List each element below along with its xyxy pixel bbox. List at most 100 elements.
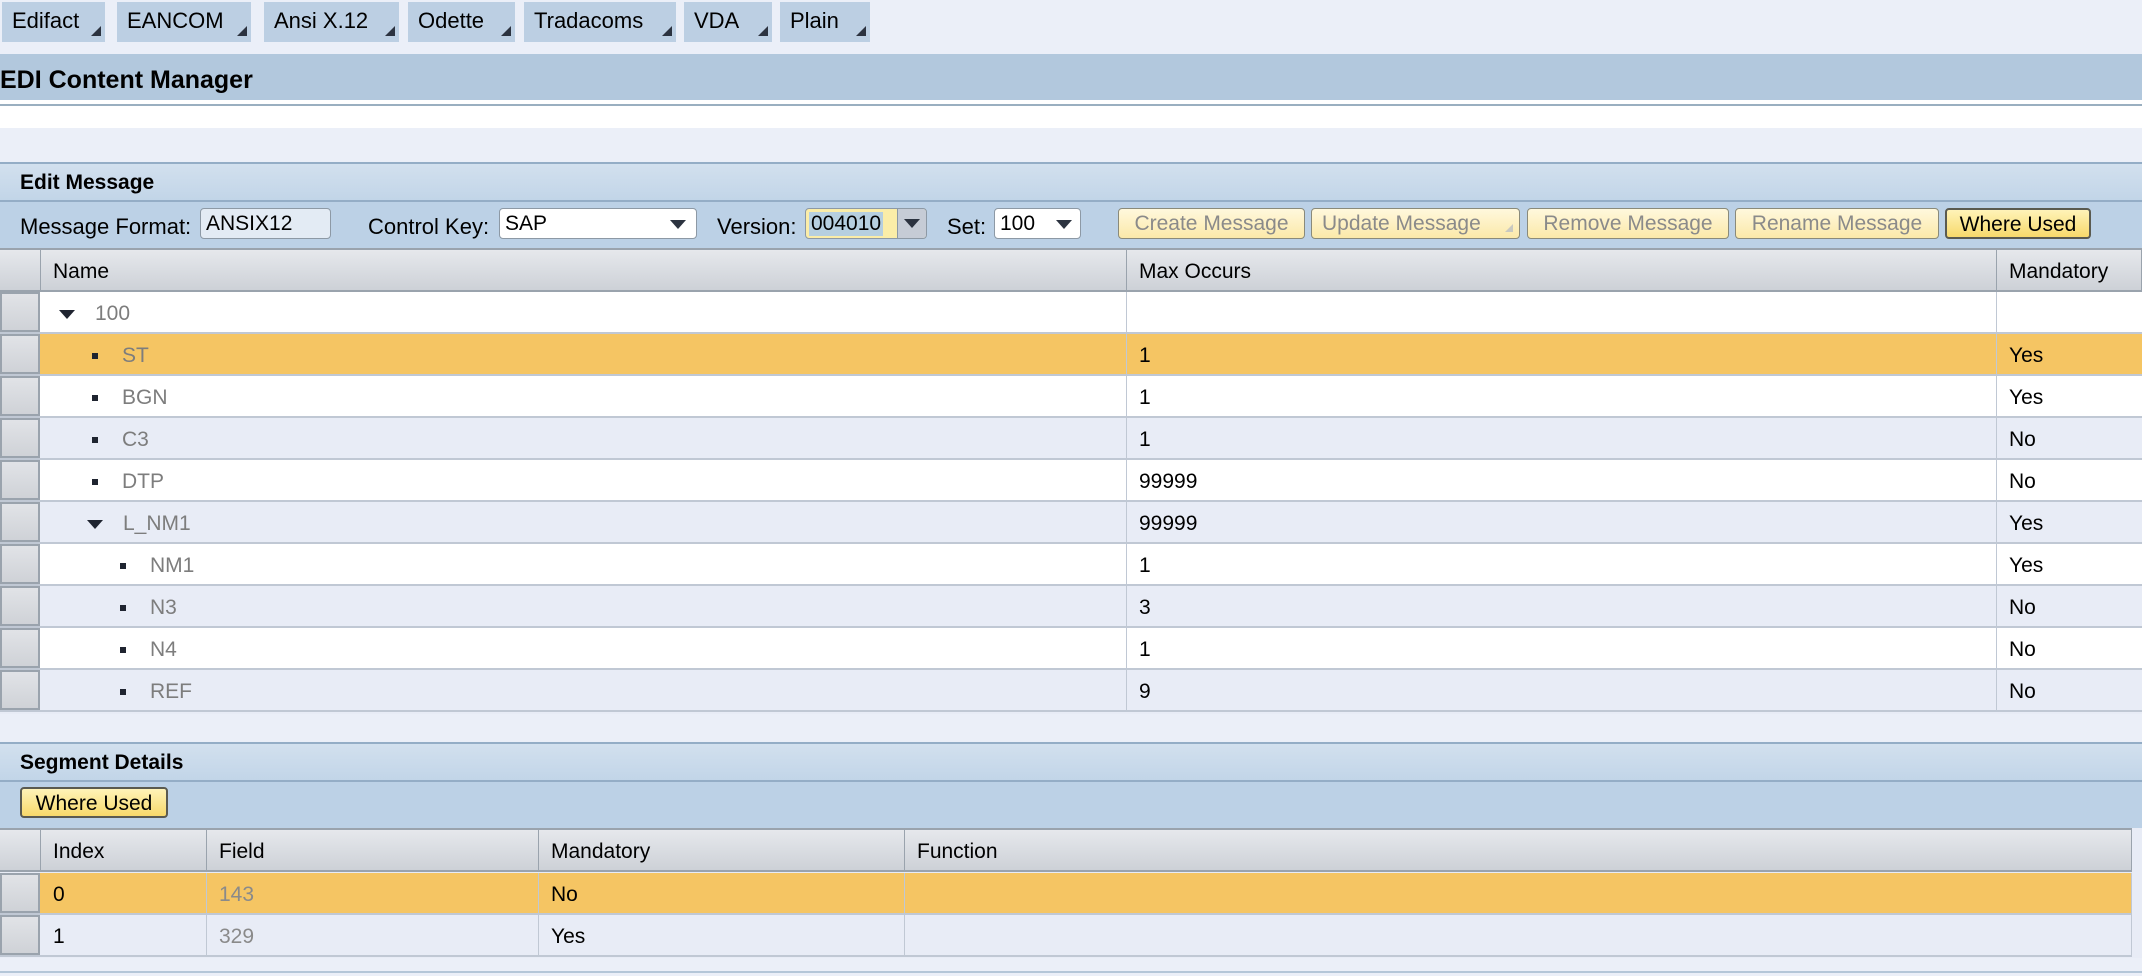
table-row[interactable]: NM1 1 Yes	[0, 544, 2142, 586]
app-title: EDI Content Manager	[0, 54, 2142, 100]
version-label: Version:	[717, 214, 797, 239]
menu-bar: Edifact EANCOM Ansi X.12 Odette Tradacom…	[0, 0, 2142, 54]
tree-node-label[interactable]: BGN	[122, 386, 168, 409]
cell-index: 1	[41, 915, 207, 955]
menu-tab-label: EANCOM	[127, 8, 224, 33]
cell-field[interactable]: 329	[207, 915, 539, 955]
row-selector[interactable]	[0, 628, 40, 668]
cell-index: 0	[41, 873, 207, 913]
tree-node-label[interactable]: N4	[150, 638, 177, 661]
tree-node-label[interactable]: L_NM1	[123, 512, 191, 535]
button-label: Where Used	[1959, 213, 2077, 236]
row-selector[interactable]	[0, 670, 40, 710]
cell-mandatory: No	[2009, 680, 2036, 703]
table-row[interactable]: N3 3 No	[0, 586, 2142, 628]
control-key-label: Control Key:	[368, 214, 490, 239]
menu-tab-vda[interactable]: VDA	[684, 2, 772, 42]
message-format-field[interactable]: ANSIX12	[200, 208, 331, 239]
column-header-field[interactable]: Field	[207, 828, 539, 872]
row-selector[interactable]	[0, 502, 40, 542]
table-row[interactable]: 100	[0, 292, 2142, 334]
cell-function	[905, 915, 2132, 955]
update-message-button[interactable]: Update Message	[1311, 208, 1520, 239]
table-row[interactable]: ST 1 Yes	[0, 334, 2142, 376]
row-selector[interactable]	[0, 418, 40, 458]
rename-message-button[interactable]: Rename Message	[1735, 208, 1939, 239]
bullet-icon	[92, 479, 98, 486]
table-row[interactable]: L_NM1 99999 Yes	[0, 502, 2142, 544]
table-row[interactable]: N4 1 No	[0, 628, 2142, 670]
where-used-button[interactable]: Where Used	[1945, 208, 2091, 239]
cell-max-occurs: 9	[1127, 670, 1997, 710]
segment-where-used-button[interactable]: Where Used	[20, 787, 168, 818]
menu-corner-icon	[662, 26, 672, 36]
edit-message-header: Edit Message	[0, 162, 2142, 200]
menu-tab-plain[interactable]: Plain	[780, 2, 870, 42]
version-combobox[interactable]: 004010	[805, 208, 927, 239]
tree-node-label[interactable]: ST	[122, 344, 149, 367]
menu-tab-label: Edifact	[12, 8, 80, 33]
column-header-name[interactable]: Name	[41, 248, 1127, 292]
table-row[interactable]: 1 329 Yes	[0, 915, 2132, 957]
row-selector-header	[0, 828, 41, 872]
menu-tab-eancom[interactable]: EANCOM	[117, 2, 251, 42]
spacer	[0, 106, 2142, 128]
divider	[0, 971, 2142, 973]
column-header-function[interactable]: Function	[905, 828, 2132, 872]
table-row[interactable]: 0 143 No	[0, 873, 2132, 915]
collapse-toggle-icon[interactable]	[59, 309, 75, 319]
button-label: Where Used	[35, 792, 153, 815]
menu-tab-edifact[interactable]: Edifact	[2, 2, 105, 42]
bullet-icon	[120, 563, 126, 570]
row-selector[interactable]	[0, 292, 40, 332]
row-selector[interactable]	[0, 544, 40, 584]
row-selector[interactable]	[0, 586, 40, 626]
row-selector[interactable]	[0, 460, 40, 500]
column-header-max-occurs[interactable]: Max Occurs	[1127, 248, 1997, 292]
cell-mandatory: No	[2009, 638, 2036, 661]
row-selector[interactable]	[0, 873, 40, 913]
column-header-mandatory[interactable]: Mandatory	[539, 828, 905, 872]
cell-function	[905, 873, 2132, 913]
row-selector[interactable]	[0, 915, 40, 955]
column-header-index[interactable]: Index	[41, 828, 207, 872]
set-select[interactable]: 100	[994, 208, 1081, 239]
control-key-select[interactable]: SAP	[499, 208, 697, 239]
bullet-icon	[92, 353, 98, 360]
menu-corner-icon	[501, 26, 511, 36]
menu-corner-icon	[385, 26, 395, 36]
bullet-icon	[120, 647, 126, 654]
tree-node-label[interactable]: C3	[122, 428, 149, 451]
menu-tab-tradacoms[interactable]: Tradacoms	[524, 2, 676, 42]
create-message-button[interactable]: Create Message	[1118, 208, 1305, 239]
menu-tab-label: Ansi X.12	[274, 8, 369, 33]
menu-tab-ansi-x12[interactable]: Ansi X.12	[264, 2, 399, 42]
tree-node-label[interactable]: REF	[150, 680, 192, 703]
collapse-toggle-icon[interactable]	[87, 519, 103, 529]
tree-node-label[interactable]: NM1	[150, 554, 194, 577]
tree-node-label[interactable]: 100	[95, 302, 130, 325]
table-row[interactable]: BGN 1 Yes	[0, 376, 2142, 418]
table-row[interactable]: REF 9 No	[0, 670, 2142, 712]
row-selector[interactable]	[0, 376, 40, 416]
cell-name: REF	[41, 670, 1127, 710]
cell-mandatory: No	[2009, 596, 2036, 619]
version-dropdown-button[interactable]	[897, 209, 926, 238]
version-value[interactable]: 004010	[809, 212, 884, 236]
cell-mandatory: Yes	[2009, 344, 2044, 367]
menu-corner-icon	[91, 26, 101, 36]
menu-tab-odette[interactable]: Odette	[408, 2, 515, 42]
cell-field[interactable]: 143	[207, 873, 539, 913]
bullet-icon	[120, 605, 126, 612]
row-selector[interactable]	[0, 334, 40, 374]
tree-node-label[interactable]: DTP	[122, 470, 164, 493]
column-header-mandatory[interactable]: Mandatory	[1997, 248, 2142, 292]
tree-node-label[interactable]: N3	[150, 596, 177, 619]
remove-message-button[interactable]: Remove Message	[1527, 208, 1729, 239]
table-row[interactable]: DTP 99999 No	[0, 460, 2142, 502]
edit-message-toolbar: Message Format: ANSIX12 Control Key: SAP…	[0, 200, 2142, 248]
cell-name: ST	[41, 334, 1127, 374]
button-label: Remove Message	[1543, 212, 1713, 235]
cell-name: C3	[41, 418, 1127, 458]
table-row[interactable]: C3 1 No	[0, 418, 2142, 460]
